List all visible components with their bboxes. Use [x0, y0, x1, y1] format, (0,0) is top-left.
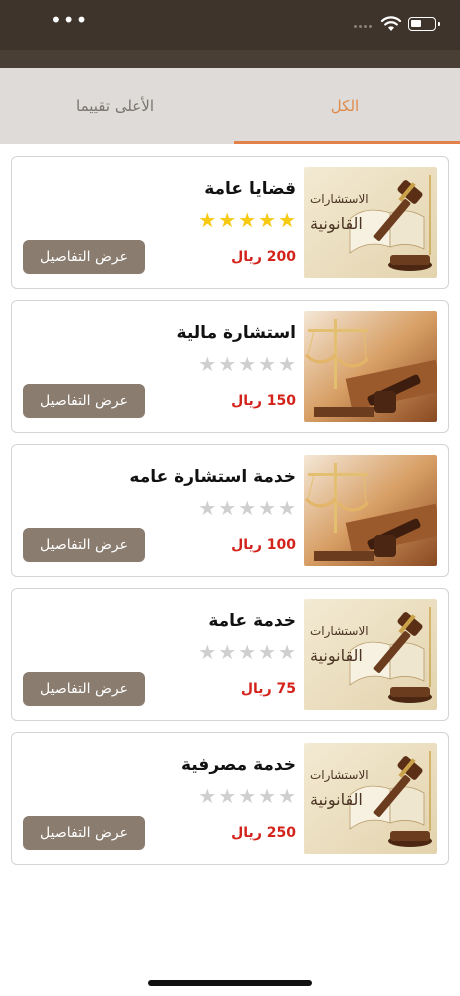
- service-price: 75 ريال: [240, 681, 296, 697]
- svg-text:الاستشارات: الاستشارات: [310, 192, 369, 207]
- view-details-button[interactable]: عرض التفاصيل: [23, 528, 145, 562]
- star-icon: ★: [198, 352, 217, 376]
- battery-icon: [408, 17, 440, 31]
- service-title: خدمة مصرفية: [180, 755, 296, 775]
- service-price: 150 ريال: [231, 393, 296, 409]
- service-price: 100 ريال: [231, 537, 296, 553]
- tab-bar: الكل الأعلى تقييما: [0, 68, 460, 144]
- rating-stars: ★ ★ ★ ★ ★: [198, 785, 296, 807]
- star-icon: ★: [218, 208, 237, 232]
- svg-text:القانونية: القانونية: [310, 790, 363, 810]
- star-icon: ★: [238, 352, 257, 376]
- star-icon: ★: [258, 352, 277, 376]
- star-icon: ★: [238, 208, 257, 232]
- service-list: الاستشارات القانونية قضايا عامة ★ ★ ★ ★ ★ 20…: [11, 156, 449, 876]
- svg-text:القانونية: القانونية: [310, 646, 363, 666]
- nav-bar: [0, 50, 460, 68]
- svg-text:القانونية: القانونية: [310, 214, 363, 234]
- rating-stars: ★ ★ ★ ★ ★: [198, 209, 296, 231]
- service-thumbnail: الاستشارات القانونية: [304, 743, 437, 854]
- rating-stars: ★ ★ ★ ★ ★: [198, 641, 296, 663]
- star-icon: ★: [198, 208, 217, 232]
- star-icon: ★: [198, 784, 217, 808]
- view-details-button[interactable]: عرض التفاصيل: [23, 240, 145, 274]
- view-details-button[interactable]: عرض التفاصيل: [23, 672, 145, 706]
- star-icon: ★: [218, 352, 237, 376]
- star-icon: ★: [258, 496, 277, 520]
- star-icon: ★: [278, 208, 296, 232]
- star-icon: ★: [218, 640, 237, 664]
- service-card[interactable]: استشارة مالية ★ ★ ★ ★ ★ 150 ريال عرض التفاصي…: [11, 300, 449, 433]
- service-price: 200 ريال: [231, 249, 296, 265]
- star-icon: ★: [198, 496, 217, 520]
- rating-stars: ★ ★ ★ ★ ★: [198, 353, 296, 375]
- service-title: خدمة عامة: [208, 611, 296, 631]
- status-bar: •••: [0, 0, 460, 50]
- home-indicator: [148, 980, 312, 986]
- star-icon: ★: [238, 496, 257, 520]
- star-icon: ★: [198, 640, 217, 664]
- star-icon: ★: [258, 208, 277, 232]
- svg-text:الاستشارات: الاستشارات: [310, 624, 369, 639]
- star-icon: ★: [258, 784, 277, 808]
- service-title: قضايا عامة: [204, 179, 296, 199]
- svg-text:الاستشارات: الاستشارات: [310, 768, 369, 783]
- star-icon: ★: [238, 784, 257, 808]
- menu-dots-icon[interactable]: •••: [50, 8, 88, 32]
- view-details-button[interactable]: عرض التفاصيل: [23, 384, 145, 418]
- star-icon: ★: [218, 496, 237, 520]
- service-card[interactable]: الاستشارات القانونية قضايا عامة ★ ★ ★ ★ ★ 20…: [11, 156, 449, 289]
- service-thumbnail: الاستشارات القانونية: [304, 599, 437, 710]
- star-icon: ★: [278, 640, 296, 664]
- star-icon: ★: [218, 784, 237, 808]
- service-card[interactable]: الاستشارات القانونية خدمة مصرفية ★ ★ ★ ★ ★ 2…: [11, 732, 449, 865]
- service-title: خدمة استشارة عامه: [129, 467, 296, 487]
- view-details-button[interactable]: عرض التفاصيل: [23, 816, 145, 850]
- signal-icon: [354, 25, 372, 28]
- service-card[interactable]: خدمة استشارة عامه ★ ★ ★ ★ ★ 100 ريال عرض الت…: [11, 444, 449, 577]
- rating-stars: ★ ★ ★ ★ ★: [198, 497, 296, 519]
- service-title: استشارة مالية: [176, 323, 296, 343]
- star-icon: ★: [278, 784, 296, 808]
- star-icon: ★: [278, 352, 296, 376]
- star-icon: ★: [238, 640, 257, 664]
- service-thumbnail: الاستشارات القانونية: [304, 167, 437, 278]
- wifi-icon: [380, 16, 402, 31]
- service-thumbnail: [304, 311, 437, 422]
- star-icon: ★: [258, 640, 277, 664]
- tab-top-rated[interactable]: الأعلى تقييما: [0, 68, 230, 144]
- service-card[interactable]: الاستشارات القانونية خدمة عامة ★ ★ ★ ★ ★ 75 …: [11, 588, 449, 721]
- tab-all[interactable]: الكل: [230, 68, 460, 144]
- service-price: 250 ريال: [231, 825, 296, 841]
- star-icon: ★: [278, 496, 296, 520]
- service-thumbnail: [304, 455, 437, 566]
